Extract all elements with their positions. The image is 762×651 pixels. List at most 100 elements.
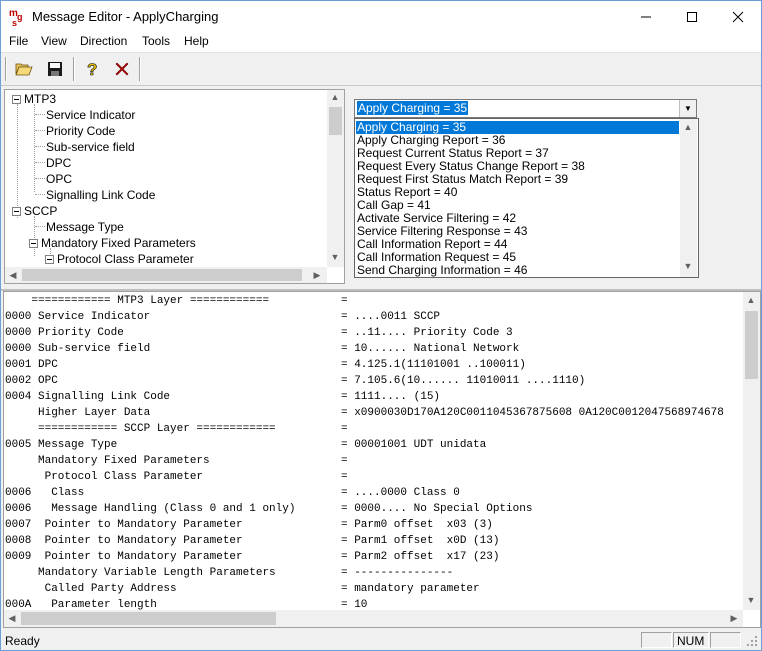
maximize-button[interactable] [669,1,715,32]
decode-field-value: = Parm1 offset x0D (13) [341,535,500,547]
decode-line: 0007 Pointer to Mandatory Parameter = Par… [5,517,493,533]
tree-connector [35,162,45,163]
decode-field-name: Mandatory Variable Length Parameters [5,567,276,579]
tree-node[interactable]: DPC [46,155,71,171]
decode-field-name: 0008 Pointer to Mandatory Parameter [5,535,243,547]
tree-connector [35,130,45,131]
decode-field-name: ============ MTP3 Layer ============ [5,295,270,307]
scroll-thumb[interactable] [329,107,342,135]
tree-node-sccp[interactable]: SCCP [12,203,57,219]
scroll-down-arrow-icon[interactable]: ▼ [743,595,759,605]
decode-line: 0009 Pointer to Mandatory Parameter = Par… [5,549,499,565]
window-close-button[interactable] [715,1,761,32]
decode-vertical-scrollbar[interactable]: ▲ ▼ [743,292,760,610]
menu-direction[interactable]: Direction [80,34,127,48]
scroll-thumb[interactable] [21,612,276,625]
window-title: Message Editor - ApplyCharging [32,9,219,24]
decode-field-value: = 0000.... No Special Options [341,503,533,515]
decode-line: 0006 Class = ....0000 Class 0 [5,485,460,501]
tree-connector [35,114,45,115]
decode-field-name: 0002 OPC [5,375,58,387]
save-button[interactable] [43,57,67,80]
resize-grip-icon[interactable] [746,635,758,647]
decode-field-value: = [341,295,348,307]
decode-field-name: 0004 Signalling Link Code [5,391,171,403]
tree-node-protocol-class[interactable]: Protocol Class Parameter [45,251,194,267]
decode-field-name: 0006 Message Handling (Class 0 and 1 onl… [5,503,296,515]
collapse-icon[interactable] [12,207,21,217]
decode-field-value: = x0900030D170A120C0011045367875608 0A12… [341,407,724,419]
decode-field-value: = 10...... National Network [341,343,520,355]
tree-node[interactable]: Signalling Link Code [46,187,155,203]
decode-field-name: Called Party Address [5,583,177,595]
tree-connector [35,226,45,227]
decode-line: 0002 OPC = 7.105.6(10...... 11010011 ....… [5,373,585,389]
scroll-thumb[interactable] [22,269,302,281]
message-type-dropdown[interactable]: Apply Charging = 35 Apply Charging Repor… [354,118,699,278]
scroll-right-arrow-icon[interactable]: ▶ [309,270,325,281]
tree-node[interactable]: Priority Code [46,123,115,139]
menu-view[interactable]: View [41,34,67,48]
decode-horizontal-scrollbar[interactable]: ◀ ▶ [4,610,743,627]
scroll-right-arrow-icon[interactable]: ▶ [726,613,742,624]
collapse-icon[interactable] [12,95,21,105]
close-button[interactable] [110,57,134,80]
svg-text:?: ? [87,60,97,78]
collapse-icon[interactable] [29,239,38,249]
svg-text:g: g [17,12,23,22]
decode-field-name: 0006 Class [5,487,85,499]
decode-field-value: = ....0011 SCCP [341,311,441,323]
decode-pane[interactable]: ============ MTP3 Layer ============ = 000… [3,291,761,628]
open-button[interactable] [12,57,36,80]
decode-line: Protocol Class Parameter = [5,469,348,485]
dropdown-button[interactable]: ▼ [679,100,696,117]
help-question-icon: ? [87,60,98,78]
chevron-down-icon: ▼ [684,104,692,113]
menu-tools[interactable]: Tools [142,34,170,48]
toolbar: ? [1,53,761,86]
tree-node[interactable]: Sub-service field [46,139,135,155]
decode-field-value: = 1111.... (15) [341,391,441,403]
message-type-select[interactable]: Apply Charging = 35 ▼ [354,99,697,118]
status-panel [710,632,741,648]
tree-node[interactable]: OPC [46,171,72,187]
decode-line: ============ SCCP Layer ============ = [5,421,348,437]
collapse-icon[interactable] [45,255,54,265]
scroll-down-arrow-icon[interactable]: ▼ [680,261,696,271]
dropdown-scrollbar[interactable]: ▲ ▼ [680,119,697,277]
minimize-button[interactable] [623,1,669,32]
decode-line: 0006 Message Handling (Class 0 and 1 onl… [5,501,532,517]
decode-field-name: 0005 Message Type [5,439,118,451]
scroll-left-arrow-icon[interactable]: ◀ [5,270,21,281]
tree-vertical-scrollbar[interactable]: ▲ ▼ [327,90,344,267]
scroll-thumb[interactable] [745,311,758,379]
help-button[interactable]: ? [80,57,104,80]
decode-line: 0001 DPC = 4.125.1(11101001 ..100011) [5,357,526,373]
menu-file[interactable]: File [9,34,28,48]
title-bar: m g s Message Editor - ApplyCharging [1,1,761,32]
scroll-up-arrow-icon[interactable]: ▲ [680,122,696,132]
scroll-up-arrow-icon[interactable]: ▲ [327,92,343,102]
menu-help[interactable]: Help [184,34,209,48]
minimize-icon [641,16,651,17]
decode-field-value: = --------------- [341,567,454,579]
tree-horizontal-scrollbar[interactable]: ◀ ▶ [5,267,327,283]
decode-field-value: = ..11.... Priority Code 3 [341,327,513,339]
dropdown-option[interactable]: Send Charging Information = 46 [356,264,527,277]
decode-field-value: = Parm0 offset x03 (3) [341,519,493,531]
decode-line: Mandatory Variable Length Parameters = --… [5,565,453,581]
scroll-up-arrow-icon[interactable]: ▲ [743,295,759,305]
decode-field-value: = [341,471,348,483]
tree-node-mtp3[interactable]: MTP3 [12,91,56,107]
folder-open-icon [15,63,33,75]
selected-value: Apply Charging = 35 [357,101,469,115]
tree-node-mandatory-fixed[interactable]: Mandatory Fixed Parameters [29,235,196,251]
app-logo-icon: m g s [9,7,27,28]
decode-field-value: = [341,455,348,467]
scroll-down-arrow-icon[interactable]: ▼ [327,252,343,262]
tree-node[interactable]: Service Indicator [46,107,135,123]
tree-node[interactable]: Message Type [46,219,124,235]
message-tree[interactable]: MTP3 Service Indicator Priority Code Sub… [4,89,345,284]
scroll-left-arrow-icon[interactable]: ◀ [4,613,20,624]
decode-field-value: = 4.125.1(11101001 ..100011) [341,359,526,371]
